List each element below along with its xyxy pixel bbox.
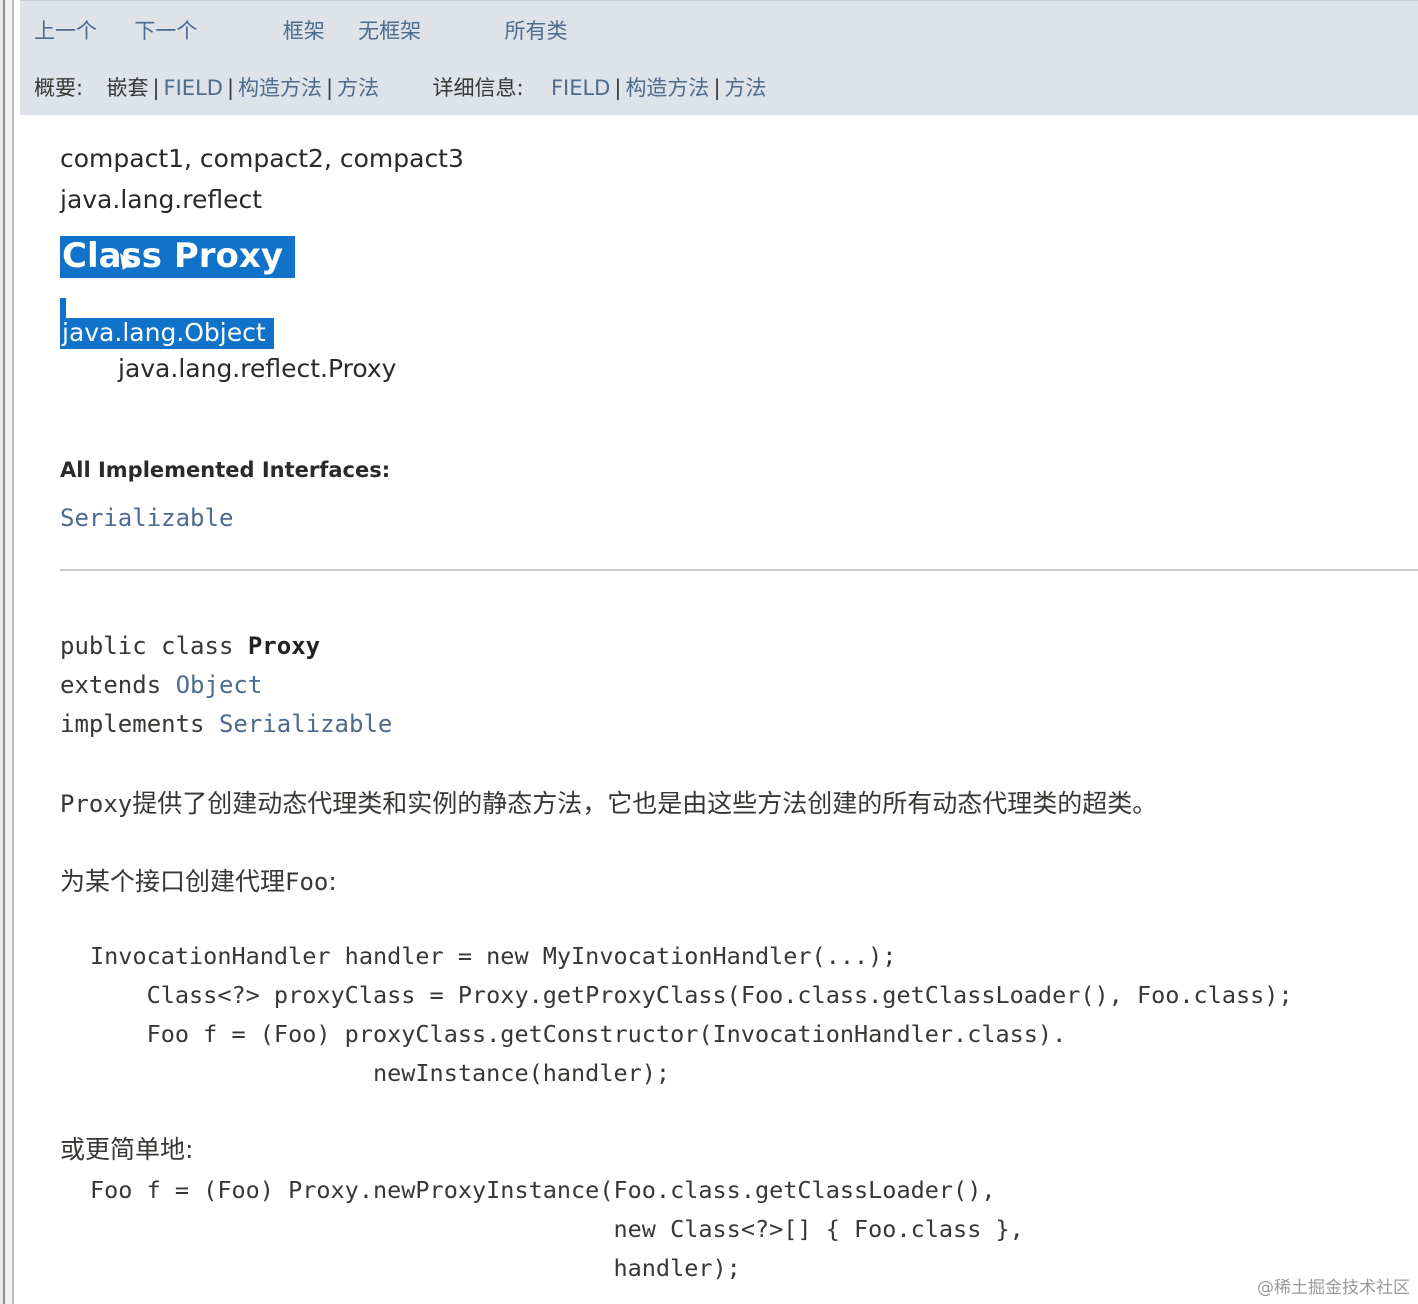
- description-text-1: 提供了创建动态代理类和实例的静态方法，它也是由这些方法创建的所有动态代理类的超类…: [132, 789, 1158, 818]
- signature-extends-keyword: extends: [60, 671, 176, 699]
- watermark: @稀土掘金技术社区: [1257, 1278, 1410, 1298]
- no-frames-link[interactable]: 无框架: [358, 19, 421, 43]
- profile-subtitle: compact1, compact2, compact3: [60, 144, 464, 173]
- detail-constructor-link[interactable]: 构造方法: [625, 76, 709, 100]
- signature-superclass-link[interactable]: Object: [176, 671, 263, 699]
- top-navbar: 上一个 下一个 框架 无框架 所有类 概要: 嵌套 | FIELD | 构造方法 | 方法 …: [20, 0, 1418, 115]
- nav-row-primary: 上一个 下一个 框架 无框架 所有类: [34, 15, 568, 45]
- next-class-link[interactable]: 下一个: [134, 19, 197, 43]
- description-text-2-tail: :: [328, 867, 337, 896]
- signature-interface-link[interactable]: Serializable: [219, 710, 392, 738]
- code-line: Class<?> proxyClass = Proxy.getProxyClas…: [90, 981, 1293, 1009]
- separator: |: [713, 76, 721, 100]
- code-proxy: Proxy: [60, 790, 133, 818]
- separator: |: [152, 76, 160, 100]
- class-title: Class Proxy: [60, 236, 295, 278]
- description-paragraph-1: Proxy提供了创建动态代理类和实例的静态方法，它也是由这些方法创建的所有动态代…: [60, 784, 1157, 820]
- summary-label: 概要:: [34, 76, 84, 100]
- frames-link[interactable]: 框架: [283, 19, 325, 43]
- signature-class-name: Proxy: [247, 632, 321, 660]
- signature-implements-keyword: implements: [60, 710, 219, 738]
- implemented-interfaces-label: All Implemented Interfaces:: [60, 458, 391, 482]
- code-line: new Class<?>[] { Foo.class },: [90, 1215, 1024, 1243]
- code-line: Foo f = (Foo) Proxy.newProxyInstance(Foo…: [90, 1176, 996, 1204]
- interface-link-serializable[interactable]: Serializable: [60, 504, 233, 532]
- summary-constructor-link[interactable]: 构造方法: [238, 76, 322, 100]
- separator: |: [326, 76, 334, 100]
- separator: |: [226, 76, 235, 100]
- inheritance-root-link[interactable]: java.lang.Object: [60, 318, 274, 349]
- frame-border: [0, 0, 20, 1304]
- package-subtitle: java.lang.reflect: [60, 185, 263, 214]
- nav-row-secondary: 概要: 嵌套 | FIELD | 构造方法 | 方法 详细信息: FIELD | 构造方法 | 方法: [34, 72, 767, 102]
- detail-field-link[interactable]: FIELD: [551, 76, 610, 100]
- code-foo: Foo: [285, 868, 329, 896]
- summary-field-link[interactable]: FIELD: [164, 76, 223, 100]
- signature-line-class: public class Proxy: [60, 632, 320, 660]
- description-paragraph-3: 或更简单地:: [60, 1135, 194, 1164]
- summary-nested-link[interactable]: 嵌套: [106, 76, 148, 100]
- selection-caret: [60, 298, 66, 320]
- code-line: handler);: [90, 1254, 741, 1282]
- code-line: InvocationHandler handler = new MyInvoca…: [90, 942, 897, 970]
- all-classes-link[interactable]: 所有类: [505, 19, 568, 43]
- description-paragraph-2: 为某个接口创建代理Foo:: [60, 862, 337, 898]
- signature-line-implements: implements Serializable: [60, 710, 392, 738]
- code-line: newInstance(handler);: [90, 1059, 671, 1087]
- description-text-2: 为某个接口创建代理: [60, 867, 286, 896]
- code-line: Foo f = (Foo) proxyClass.getConstructor(…: [90, 1020, 1067, 1048]
- prev-class-link[interactable]: 上一个: [34, 19, 97, 43]
- inheritance-child: java.lang.reflect.Proxy: [118, 354, 397, 383]
- separator: |: [614, 76, 622, 100]
- signature-modifiers: public class: [60, 632, 248, 660]
- detail-label: 详细信息:: [432, 76, 524, 100]
- signature-line-extends: extends Object: [60, 671, 262, 699]
- section-divider: [60, 569, 1418, 571]
- summary-method-link[interactable]: 方法: [337, 76, 379, 100]
- detail-method-link[interactable]: 方法: [725, 76, 767, 100]
